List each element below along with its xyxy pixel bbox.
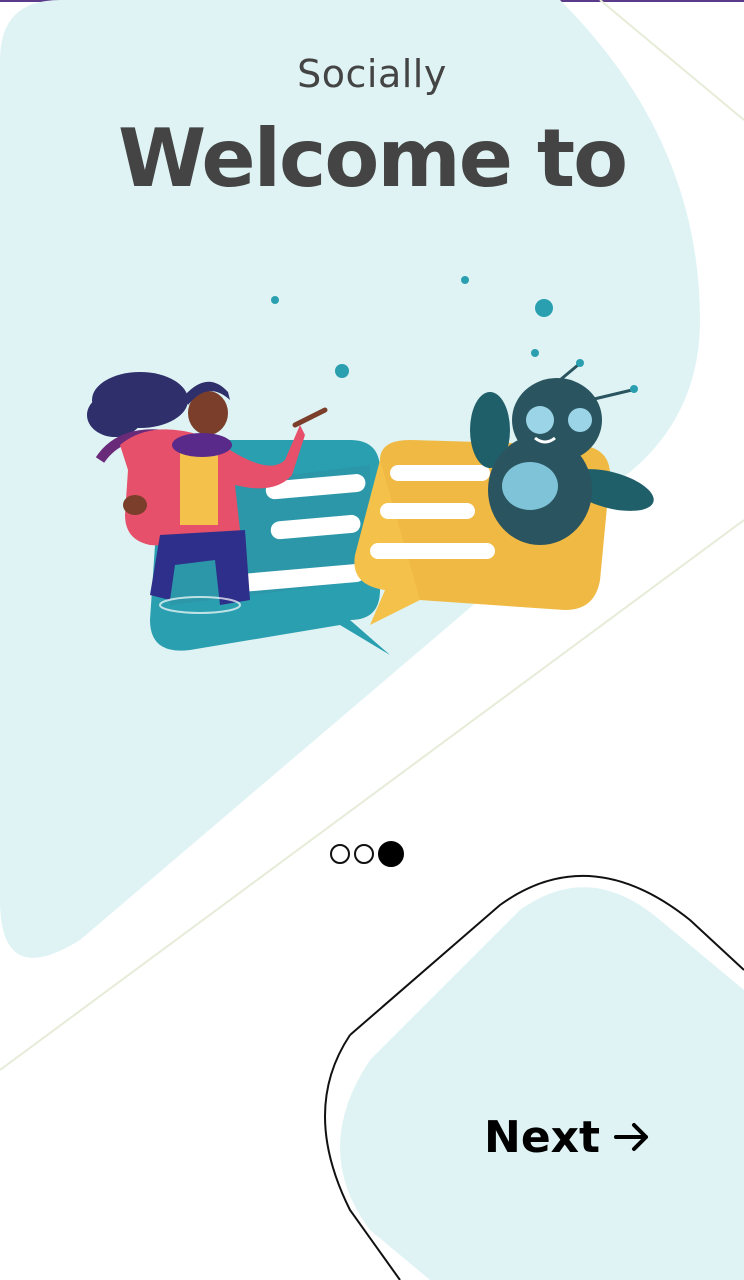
next-button-label: Next: [484, 1111, 601, 1163]
page-indicator-dot-1[interactable]: [330, 844, 350, 864]
page-title: Welcome to: [117, 112, 628, 205]
page-indicator-dot-2[interactable]: [354, 844, 374, 864]
page-indicator: [330, 841, 404, 867]
arrow-right-icon: [614, 1123, 649, 1151]
page-indicator-dot-3-active[interactable]: [378, 841, 404, 867]
chat-with-robot-illustration: [87, 276, 654, 655]
next-button-blob: [340, 887, 744, 1280]
next-button[interactable]: Next: [470, 1102, 670, 1172]
app-subtitle: Socially: [297, 52, 447, 96]
